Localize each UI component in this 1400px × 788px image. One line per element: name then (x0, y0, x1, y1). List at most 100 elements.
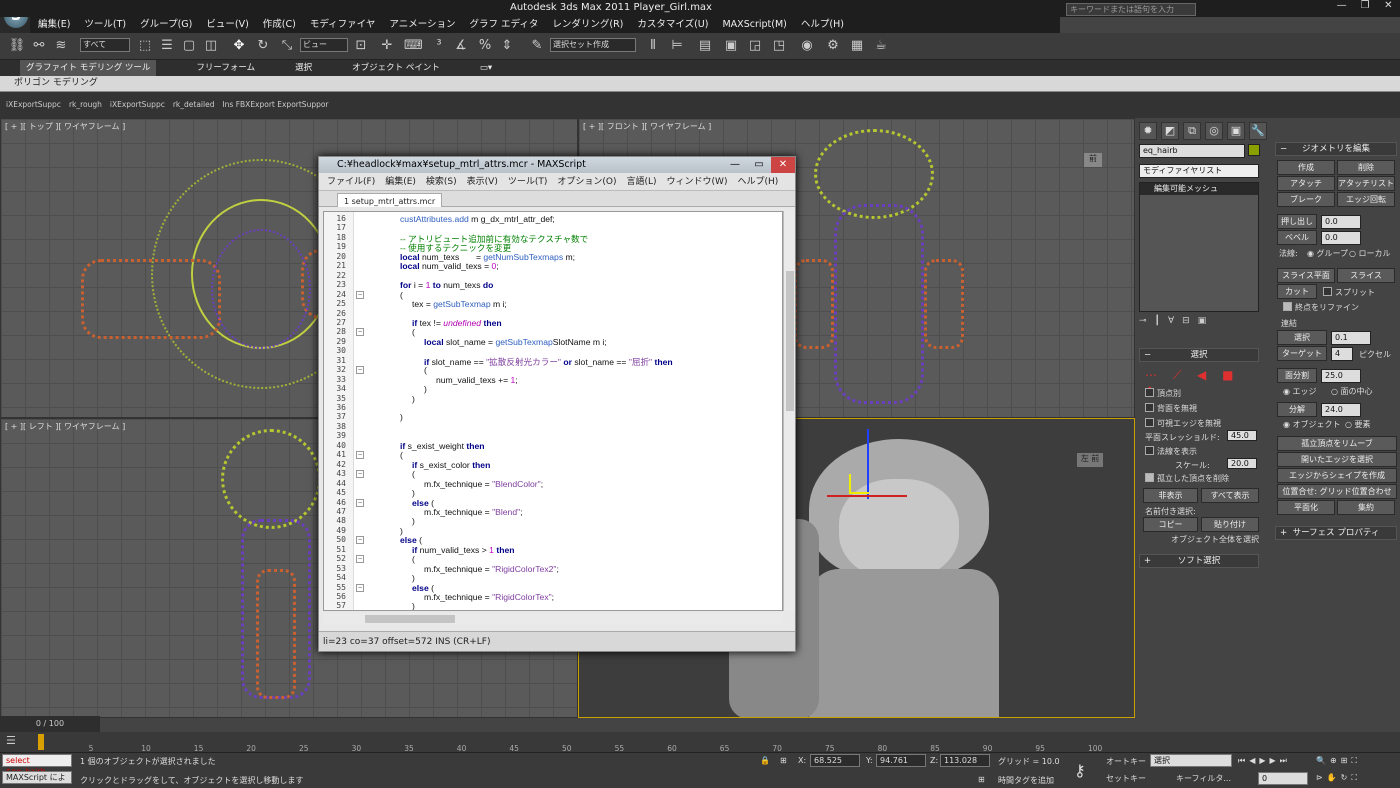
tessellate-button[interactable]: 面分割 (1277, 368, 1317, 383)
rollout-surface-properties[interactable]: + サーフェス プロパティ (1275, 526, 1397, 540)
menu-graph-editors[interactable]: グラフ エディタ (470, 17, 539, 33)
split-checkbox[interactable]: スプリット (1323, 287, 1375, 298)
add-time-tag[interactable]: 時間タグを追加 (998, 775, 1054, 786)
listener-input[interactable]: select $eq_hairb (2, 754, 72, 776)
fold-toggle-icon[interactable]: − (356, 366, 364, 375)
elements-radio[interactable]: ○ 要素 (1345, 419, 1371, 430)
scale-icon[interactable]: ⤡ (278, 37, 296, 55)
unlink-icon[interactable]: ⚯ (30, 37, 48, 55)
timeline[interactable]: ☰ 5 10 15 20 25 30 35 40 45 50 55 60 65 70 75 80 85 90 95 1… (0, 732, 1400, 753)
object-color-swatch[interactable] (1248, 144, 1260, 156)
tab-freeform[interactable]: フリーフォーム (196, 60, 255, 76)
fold-toggle-icon[interactable]: − (356, 536, 364, 545)
slice-plane-button[interactable]: スライス平面 (1277, 268, 1335, 283)
ignore-visible-edges-checkbox[interactable]: 可視エッジを無視 (1145, 418, 1221, 429)
mirror-icon[interactable]: ⫴ (644, 37, 662, 55)
ms-menu-window[interactable]: ウィンドウ(W) (667, 173, 728, 190)
fold-toggle-icon[interactable]: − (356, 328, 364, 337)
code-editor[interactable]: 16 17 18 19 20 21 22 23 24 25 26 27 28 29 30 31 32 33 34 35… (323, 211, 783, 611)
modifier-stack[interactable]: 編集可能メッシュ (1139, 182, 1259, 312)
minimize-icon[interactable]: — (1330, 0, 1353, 16)
face-center-radio[interactable]: ○ 面の中心 (1331, 386, 1373, 397)
x-coordinate-field[interactable]: 68.525 (810, 754, 860, 767)
named-selection-dropdown[interactable]: 選択セット作成 (550, 38, 636, 52)
rollout-selection[interactable]: − 選択 (1139, 348, 1259, 362)
menu-group[interactable]: グループ(G) (140, 17, 192, 33)
vertical-scrollbar[interactable] (783, 211, 795, 611)
shelf-button[interactable]: rk_detailed (173, 92, 215, 118)
schematic-view-icon[interactable]: ◳ (770, 37, 788, 55)
maxscript-editor-window[interactable]: C:¥headlock¥max¥setup_mtrl_attrs.mcr - M… (318, 156, 796, 652)
window-crossing-icon[interactable]: ◫ (202, 37, 220, 55)
time-marker[interactable] (38, 734, 44, 750)
weld-target-field[interactable]: 4 (1331, 347, 1353, 361)
viewcube-front[interactable]: 前 (1084, 153, 1102, 167)
modify-tab-icon[interactable]: ◩ (1161, 122, 1179, 140)
tab-object-paint[interactable]: オブジェクト ペイント (352, 60, 440, 76)
align-icon[interactable]: ⊨ (668, 37, 686, 55)
select-object-icon[interactable]: ⬚ (136, 37, 154, 55)
select-by-name-icon[interactable]: ☰ (158, 37, 176, 55)
display-tab-icon[interactable]: ▣ (1227, 122, 1245, 140)
rollout-edit-geometry[interactable]: − ジオメトリを編集 (1275, 142, 1397, 156)
render-icon[interactable]: ☕ (872, 37, 890, 55)
time-tag-icon[interactable]: ⊞ (978, 775, 985, 784)
show-normals-checkbox[interactable]: 法線を表示 (1145, 446, 1197, 457)
create-button[interactable]: 作成 (1277, 160, 1335, 175)
object-name-field[interactable]: eq_hairb (1139, 144, 1245, 158)
make-planar-button[interactable]: 平面化 (1277, 500, 1335, 515)
key-selection-dropdown[interactable]: 選択 (1150, 754, 1232, 767)
close-icon[interactable]: ✕ (771, 157, 795, 173)
menu-animation[interactable]: アニメーション (389, 17, 455, 33)
maximize-icon[interactable]: ▭ (747, 157, 771, 173)
set-key-icon[interactable]: ⚷ (1074, 761, 1086, 780)
time-slider[interactable]: 0 / 100 (0, 716, 100, 732)
menu-create[interactable]: 作成(C) (263, 17, 296, 33)
close-icon[interactable]: ✕ (1377, 0, 1400, 16)
local-radio[interactable]: ○ ローカル (1349, 248, 1391, 259)
fold-toggle-icon[interactable]: − (356, 498, 364, 507)
tab-selection[interactable]: 選択 (295, 60, 312, 76)
refine-ends-checkbox[interactable]: 終点をリファイン (1283, 302, 1359, 313)
ms-menu-edit[interactable]: 編集(E) (385, 173, 416, 190)
fold-toggle-icon[interactable]: − (356, 555, 364, 564)
ms-menu-options[interactable]: オプション(O) (557, 173, 616, 190)
listener-output[interactable]: MAXScript によ (2, 771, 72, 784)
menu-customize[interactable]: カスタマイズ(U) (637, 17, 708, 33)
select-open-edges-button[interactable]: 開いたエッジを選択 (1277, 452, 1397, 467)
fold-toggle-icon[interactable]: − (356, 290, 364, 299)
configure-sets-icon[interactable]: ▣ (1198, 316, 1207, 330)
minimize-icon[interactable]: — (723, 157, 747, 173)
ref-coord-dropdown[interactable]: ビュー (300, 38, 348, 52)
keyboard-shortcut-icon[interactable]: ⌨ (404, 37, 423, 55)
edge-radio[interactable]: ◉ エッジ (1283, 386, 1317, 397)
slice-button[interactable]: スライス (1337, 268, 1395, 283)
tessellate-field[interactable]: 25.0 (1321, 369, 1361, 383)
menu-view[interactable]: ビュー(V) (206, 17, 248, 33)
ms-menu-view[interactable]: 表示(V) (467, 173, 498, 190)
menu-modifiers[interactable]: モディファイヤ (310, 17, 376, 33)
menu-maxscript[interactable]: MAXScript(M) (722, 17, 786, 33)
shelf-button[interactable]: Ins FBXExport ExportSuppor (222, 92, 328, 118)
weld-threshold-field[interactable]: 0.1 (1331, 331, 1371, 345)
make-unique-icon[interactable]: ∀ (1168, 316, 1174, 330)
snaps-icon[interactable]: ³ (430, 37, 448, 55)
pivot-icon[interactable]: ⊡ (352, 37, 370, 55)
menu-help[interactable]: ヘルプ(H) (801, 17, 844, 33)
selection-filter-dropdown[interactable]: すべて (80, 38, 130, 52)
curve-editor-icon[interactable]: ◲ (746, 37, 764, 55)
weld-target-button[interactable]: ターゲット (1277, 346, 1327, 361)
fold-toggle-icon[interactable]: − (356, 470, 364, 479)
search-input[interactable]: キーワードまたは語句を入力 (1066, 3, 1196, 16)
object-radio[interactable]: ◉ オブジェクト (1283, 419, 1341, 430)
render-setup-icon[interactable]: ⚙ (824, 37, 842, 55)
view-align-button[interactable]: 位置合せ: グリッド位置合わせ (1277, 484, 1397, 499)
rotate-icon[interactable]: ↻ (254, 37, 272, 55)
hide-button[interactable]: 非表示 (1143, 488, 1198, 503)
copy-button[interactable]: コピー (1143, 517, 1198, 532)
material-editor-icon[interactable]: ◉ (798, 37, 816, 55)
break-button[interactable]: ブレーク (1277, 192, 1335, 207)
delete-button[interactable]: 削除 (1337, 160, 1395, 175)
z-coordinate-field[interactable]: 113.028 (940, 754, 990, 767)
fold-toggle-icon[interactable]: − (356, 583, 364, 592)
